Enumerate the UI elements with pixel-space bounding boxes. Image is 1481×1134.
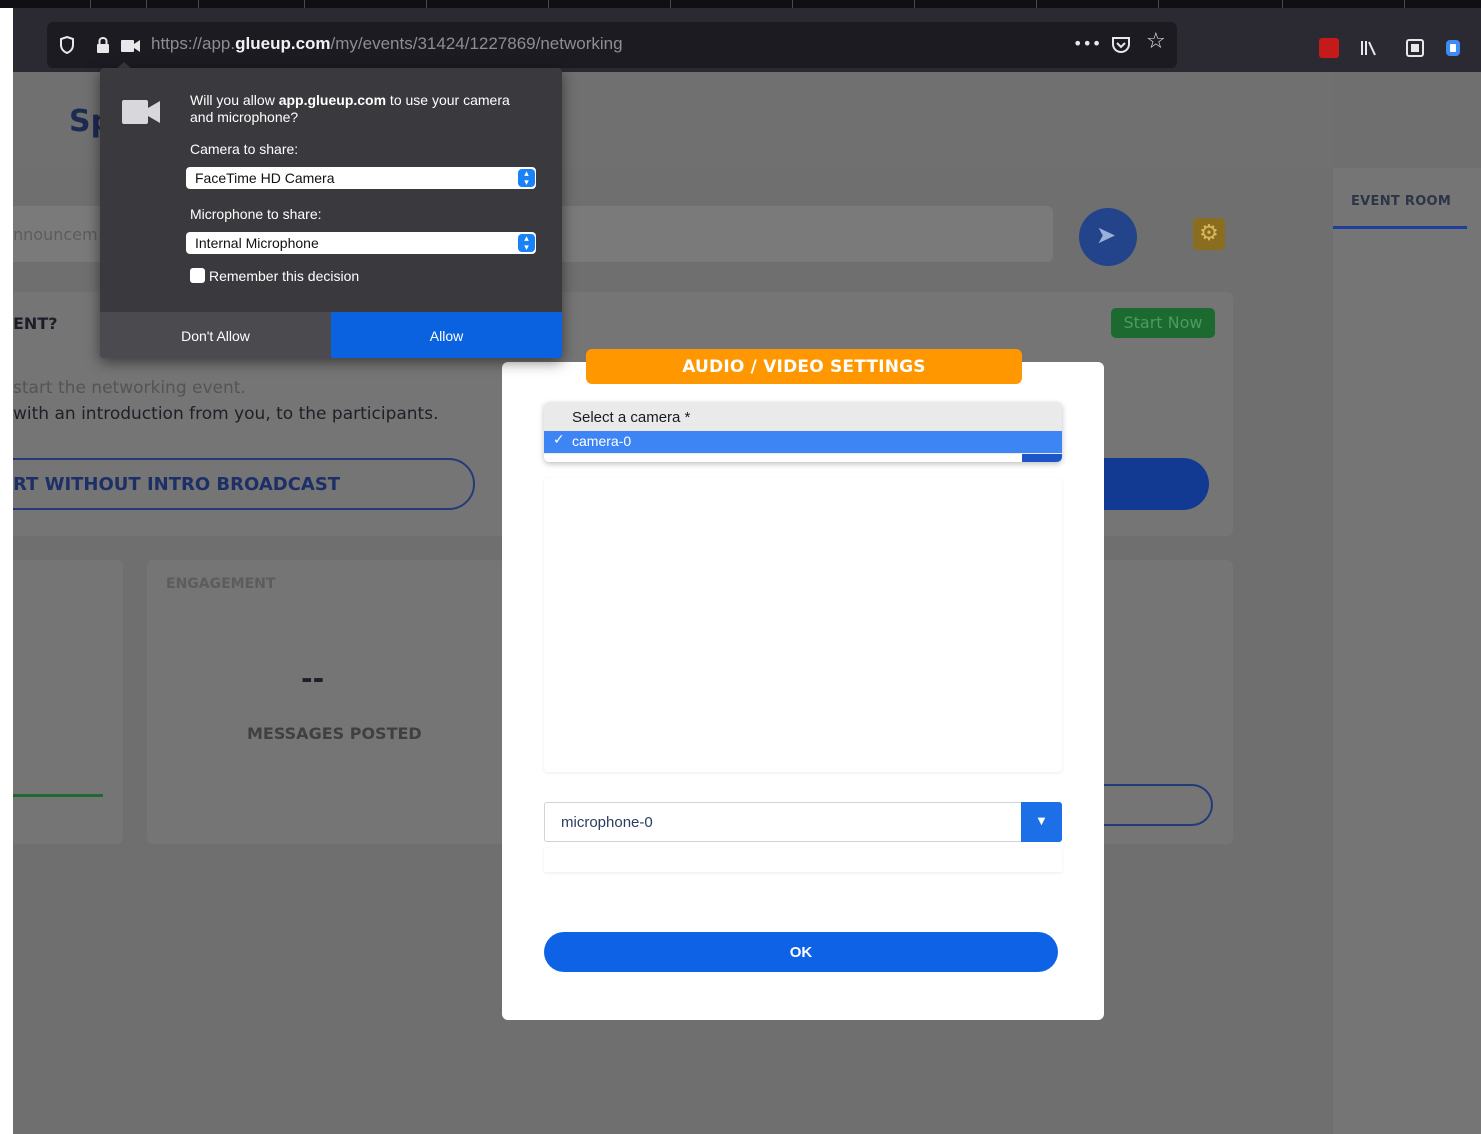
send-icon: ➤ [1096,221,1117,249]
gear-icon: ⚙ [1199,221,1219,246]
messages-posted-value: -- [301,662,325,695]
video-camera-icon [122,100,160,124]
event-sidebar: EVENT ROOM [1333,168,1481,1134]
video-preview [544,478,1062,772]
pocket-icon[interactable] [1111,36,1131,54]
camera-permission-icon[interactable] [121,39,141,53]
modal-header: AUDIO / VIDEO SETTINGS [586,349,1022,384]
microphone-select-value: microphone-0 [561,814,653,831]
microphone-to-share-value: Internal Microphone [195,235,319,251]
tab-separator [548,0,549,8]
account-icon[interactable] [1443,38,1463,58]
tab-separator [426,0,427,8]
tab-separator [304,0,305,8]
library-icon[interactable] [1359,38,1379,58]
camera-select-dropdown[interactable]: Select a camera * ✓ camera-0 [544,402,1062,462]
engagement-title: ENGAGEMENT [166,576,276,592]
tab-separator [1158,0,1159,8]
checkmark-icon: ✓ [553,432,565,448]
dont-allow-button[interactable]: Don't Allow [100,312,331,358]
camera-select-label: Select a camera * [572,409,691,426]
tab-separator [146,0,147,8]
dropdown-arrow-edge [1022,454,1062,462]
send-announcement-button[interactable]: ➤ [1079,208,1137,266]
stat-card [13,560,123,844]
stat-progress-bar [13,794,103,797]
remember-decision-label[interactable]: Remember this decision [209,268,359,284]
tab-separator [670,0,671,8]
camera-to-share-select[interactable]: FaceTime HD Camera ▴ ▾ [186,167,536,189]
select-stepper-icon: ▴ ▾ [518,169,535,187]
remember-decision-checkbox[interactable] [190,268,205,283]
camera-option-label: camera-0 [572,433,632,449]
bookmark-star-icon[interactable]: ☆ [1146,31,1166,53]
tab-separator [792,0,793,8]
active-tab-underline [1333,226,1467,229]
start-event-description-2: with an introduction from you, to the pa… [13,404,439,424]
announcement-placeholder: nnouncem [13,225,98,244]
tab-separator [1282,0,1283,8]
page-actions-menu-icon[interactable]: ••• [1073,34,1101,54]
start-now-button[interactable]: Start Now [1111,308,1215,338]
chevron-down-icon[interactable]: ▼ [1021,802,1062,842]
start-without-intro-label: RT WITHOUT INTRO BROADCAST [13,474,341,495]
lock-icon[interactable] [95,36,111,54]
start-event-heading: ENT? [13,314,58,333]
tracking-shield-icon[interactable] [59,36,75,54]
tab-separator [90,0,91,8]
tab-separator [198,0,199,8]
start-event-description: start the networking event. [13,378,246,398]
browser-tab-strip [0,0,1481,8]
ok-button[interactable]: OK [544,932,1058,972]
url-text: https://app.glueup.com/my/events/31424/1… [151,34,623,53]
engagement-card [147,560,507,844]
audio-level-panel [544,848,1062,872]
camera-permission-popup: Will you allow app.glueup.com to use you… [100,68,562,358]
camera-option[interactable]: ✓ camera-0 [544,431,1062,453]
tab-separator [914,0,915,8]
dropdown-underline [544,454,1062,462]
messages-posted-label: MESSAGES POSTED [247,724,422,743]
microphone-select[interactable]: microphone-0 ▼ [544,802,1062,842]
tab-event-room[interactable]: EVENT ROOM [1351,194,1451,209]
microphone-to-share-label: Microphone to share: [190,206,322,222]
camera-to-share-value: FaceTime HD Camera [195,170,335,186]
microphone-to-share-select[interactable]: Internal Microphone ▴ ▾ [186,232,536,254]
permission-question: Will you allow app.glueup.com to use you… [190,92,510,125]
allow-button[interactable]: Allow [331,312,562,358]
tab-separator [1036,0,1037,8]
pdf-extension-icon[interactable] [1319,38,1339,58]
select-stepper-icon: ▴ ▾ [518,234,535,252]
tab-separator [1404,0,1405,8]
browser-toolbar: https://app.glueup.com/my/events/31424/1… [13,8,1481,72]
reader-view-icon[interactable] [1405,38,1425,58]
camera-to-share-label: Camera to share: [190,141,299,157]
settings-gear-button[interactable]: ⚙ [1193,218,1225,250]
